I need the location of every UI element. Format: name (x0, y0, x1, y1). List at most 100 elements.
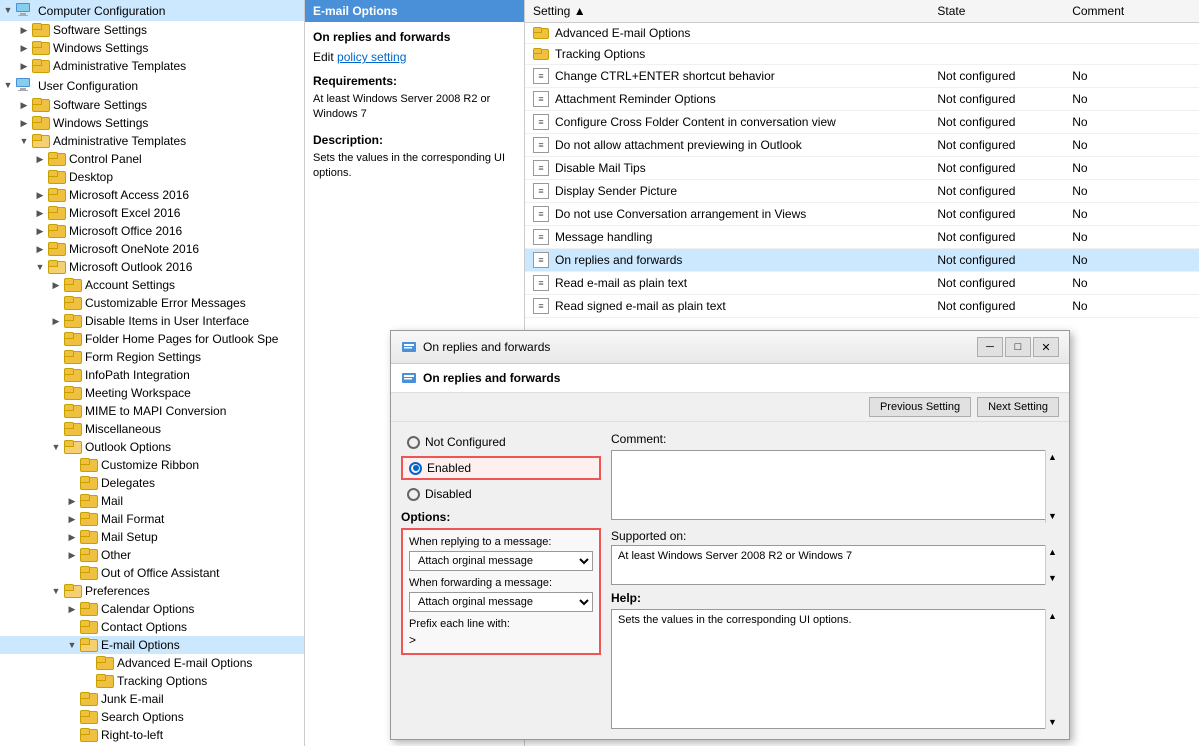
tree-item-calendar-options[interactable]: Calendar Options (0, 600, 304, 618)
table-row[interactable]: ≡ Attachment Reminder Options Not config… (525, 88, 1199, 111)
tree-arrow-account-settings[interactable] (48, 280, 64, 291)
tree-item-other[interactable]: Other (0, 546, 304, 564)
tree-item-form-region[interactable]: Form Region Settings (0, 348, 304, 366)
table-row[interactable]: ≡ Disable Mail Tips Not configured No (525, 157, 1199, 180)
tree-arrow-disable-items[interactable] (48, 316, 64, 327)
tree-item-mime-mapi[interactable]: MIME to MAPI Conversion (0, 402, 304, 420)
comment-textarea[interactable] (611, 450, 1059, 520)
tree-label-form-region: Form Region Settings (85, 350, 201, 364)
dialog-minimize-button[interactable]: ─ (977, 337, 1003, 357)
table-row[interactable]: ≡ Display Sender Picture Not configured … (525, 180, 1199, 203)
tree-item-preferences[interactable]: Preferences (0, 582, 304, 600)
tree-item-comp-windows[interactable]: Windows Settings (0, 39, 304, 57)
tree-item-ms-outlook[interactable]: Microsoft Outlook 2016 (0, 258, 304, 276)
table-row[interactable]: ≡ Change CTRL+ENTER shortcut behavior No… (525, 65, 1199, 88)
tree-item-customizable-errors[interactable]: Customizable Error Messages (0, 294, 304, 312)
tree-arrow-calendar-options[interactable] (64, 604, 80, 615)
table-row[interactable]: ≡ Message handling Not configured No (525, 226, 1199, 249)
next-setting-button[interactable]: Next Setting (977, 397, 1059, 417)
dialog-close-button[interactable]: ✕ (1033, 337, 1059, 357)
tree-arrow-user-software[interactable] (16, 100, 32, 111)
tree-arrow-comp-software[interactable] (16, 25, 32, 36)
tree-item-email-options[interactable]: E-mail Options (0, 636, 304, 654)
tree-item-outlook-options[interactable]: Outlook Options (0, 438, 304, 456)
tree-item-user-admin[interactable]: Administrative Templates (0, 132, 304, 150)
tree-item-miscellaneous[interactable]: Miscellaneous (0, 420, 304, 438)
tree-arrow-email-options[interactable] (64, 640, 80, 651)
prev-setting-button[interactable]: Previous Setting (869, 397, 971, 417)
tree-item-delegates[interactable]: Delegates (0, 474, 304, 492)
tree-item-user-config[interactable]: User Configuration (0, 75, 304, 96)
tree-item-mail-setup[interactable]: Mail Setup (0, 528, 304, 546)
supported-scroll-down[interactable]: ▼ (1046, 573, 1059, 585)
supported-scroll-up[interactable]: ▲ (1046, 545, 1059, 557)
tree-arrow-comp-windows[interactable] (16, 43, 32, 54)
tree-item-right-to-left[interactable]: Right-to-left (0, 726, 304, 744)
tree-arrow-mail[interactable] (64, 496, 80, 507)
table-row[interactable]: Tracking Options (525, 44, 1199, 65)
tree-item-ms-onenote[interactable]: Microsoft OneNote 2016 (0, 240, 304, 258)
tree-item-tracking-options[interactable]: Tracking Options (0, 672, 304, 690)
tree-arrow-computer-config[interactable] (0, 5, 16, 16)
forwarding-select[interactable]: Attach orginal message Do not include or… (409, 592, 593, 612)
radio-disabled[interactable]: Disabled (401, 484, 601, 504)
tree-arrow-ms-onenote[interactable] (32, 244, 48, 255)
tree-item-user-windows[interactable]: Windows Settings (0, 114, 304, 132)
tree-item-disable-items[interactable]: Disable Items in User Interface (0, 312, 304, 330)
tree-arrow-outlook-options[interactable] (48, 442, 64, 453)
policy-link[interactable]: policy setting (337, 50, 406, 64)
tree-item-ms-excel[interactable]: Microsoft Excel 2016 (0, 204, 304, 222)
tree-item-ms-access[interactable]: Microsoft Access 2016 (0, 186, 304, 204)
help-scroll-down[interactable]: ▼ (1046, 717, 1059, 729)
help-scroll-up[interactable]: ▲ (1046, 609, 1059, 621)
tree-item-control-panel[interactable]: Control Panel (0, 150, 304, 168)
tree-item-folder-home[interactable]: Folder Home Pages for Outlook Spe (0, 330, 304, 348)
tree-item-computer-config[interactable]: Computer Configuration (0, 0, 304, 21)
table-row[interactable]: ≡ Do not allow attachment previewing in … (525, 134, 1199, 157)
tree-item-account-settings[interactable]: Account Settings (0, 276, 304, 294)
radio-enabled[interactable]: Enabled (401, 456, 601, 480)
table-row[interactable]: ≡ Read signed e-mail as plain text Not c… (525, 295, 1199, 318)
radio-not-configured[interactable]: Not Configured (401, 432, 601, 452)
tree-item-infopath[interactable]: InfoPath Integration (0, 366, 304, 384)
tree-item-comp-admin[interactable]: Administrative Templates (0, 57, 304, 75)
col-header-comment[interactable]: Comment (1064, 0, 1199, 23)
tree-arrow-ms-outlook[interactable] (32, 262, 48, 273)
table-row[interactable]: ≡ Configure Cross Folder Content in conv… (525, 111, 1199, 134)
tree-item-customize-ribbon[interactable]: Customize Ribbon (0, 456, 304, 474)
col-header-setting[interactable]: Setting ▲ (525, 0, 929, 23)
comment-scroll-down[interactable]: ▼ (1046, 511, 1059, 523)
tree-item-junk-email[interactable]: Junk E-mail (0, 690, 304, 708)
tree-arrow-ms-excel[interactable] (32, 208, 48, 219)
tree-item-mail-format[interactable]: Mail Format (0, 510, 304, 528)
tree-arrow-mail-setup[interactable] (64, 532, 80, 543)
tree-arrow-ms-access[interactable] (32, 190, 48, 201)
tree-arrow-other[interactable] (64, 550, 80, 561)
tree-item-mail[interactable]: Mail (0, 492, 304, 510)
tree-arrow-comp-admin[interactable] (16, 61, 32, 72)
tree-item-out-of-office[interactable]: Out of Office Assistant (0, 564, 304, 582)
table-row[interactable]: Advanced E-mail Options (525, 23, 1199, 44)
tree-arrow-user-config[interactable] (0, 80, 16, 91)
comment-scroll-up[interactable]: ▲ (1046, 450, 1059, 462)
tree-item-desktop[interactable]: Desktop (0, 168, 304, 186)
tree-item-user-software[interactable]: Software Settings (0, 96, 304, 114)
tree-arrow-ms-office[interactable] (32, 226, 48, 237)
table-row[interactable]: ≡ Read e-mail as plain text Not configur… (525, 272, 1199, 295)
dialog-restore-button[interactable]: □ (1005, 337, 1031, 357)
col-header-state[interactable]: State (929, 0, 1064, 23)
tree-item-comp-software[interactable]: Software Settings (0, 21, 304, 39)
tree-arrow-user-windows[interactable] (16, 118, 32, 129)
tree-arrow-mail-format[interactable] (64, 514, 80, 525)
tree-arrow-user-admin[interactable] (16, 136, 32, 147)
replying-select[interactable]: Attach orginal message Do not include or… (409, 551, 593, 571)
tree-arrow-preferences[interactable] (48, 586, 64, 597)
tree-item-meeting-workspace[interactable]: Meeting Workspace (0, 384, 304, 402)
tree-item-search-options[interactable]: Search Options (0, 708, 304, 726)
tree-item-advanced-email[interactable]: Advanced E-mail Options (0, 654, 304, 672)
table-row[interactable]: ≡ Do not use Conversation arrangement in… (525, 203, 1199, 226)
tree-item-ms-office[interactable]: Microsoft Office 2016 (0, 222, 304, 240)
tree-item-contact-options[interactable]: Contact Options (0, 618, 304, 636)
tree-arrow-control-panel[interactable] (32, 154, 48, 165)
table-row[interactable]: ≡ On replies and forwards Not configured… (525, 249, 1199, 272)
